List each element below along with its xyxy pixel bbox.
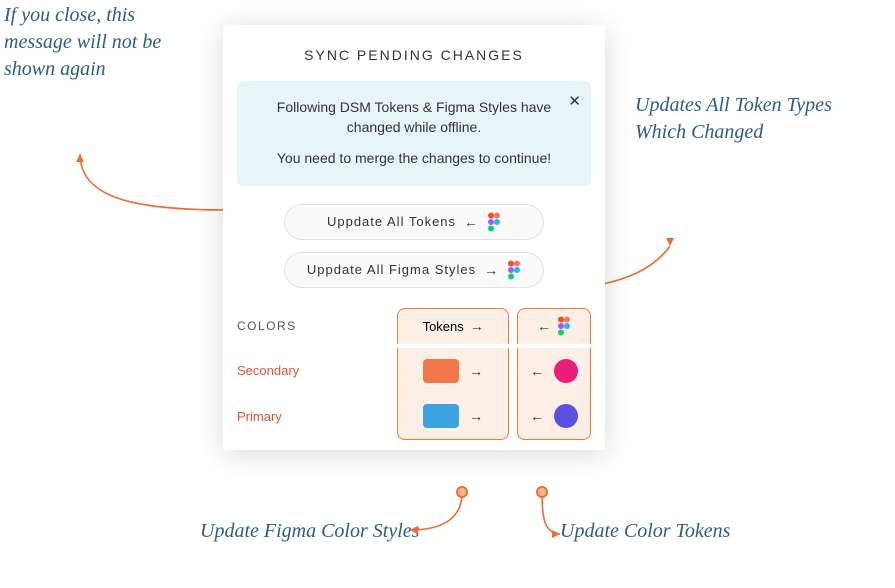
connector-dot	[456, 486, 468, 498]
color-row-label: Secondary	[237, 351, 397, 390]
annotation-update-all: Updates All Token Types Which Changed	[635, 92, 885, 146]
color-row: Primary → ←	[223, 394, 605, 440]
push-to-figma-button[interactable]: →	[397, 394, 509, 440]
color-row-label: Primary	[237, 397, 397, 436]
notice-line1: Following DSM Tokens & Figma Styles have…	[267, 97, 561, 138]
color-swatch	[423, 359, 459, 383]
tokens-column-header[interactable]: Tokens →	[397, 308, 509, 344]
arrow-right-icon: →	[469, 363, 483, 379]
connector-dot	[536, 486, 548, 498]
arrow-left-icon: ←	[530, 363, 544, 379]
update-all-figma-styles-button[interactable]: Uppdate All Figma Styles →	[284, 252, 544, 288]
notice-box: ✕ Following DSM Tokens & Figma Styles ha…	[237, 81, 591, 186]
button-label: Uppdate All Figma Styles	[307, 262, 476, 277]
arrow-left-icon: ←	[537, 318, 551, 334]
pull-from-figma-button[interactable]: ←	[517, 394, 591, 440]
notice-line2: You need to merge the changes to continu…	[267, 148, 561, 168]
figma-icon	[557, 316, 571, 336]
arrow-right-icon: →	[469, 408, 483, 424]
figma-icon	[487, 212, 501, 232]
tokens-header-label: Tokens	[423, 319, 464, 334]
color-row: Secondary → ←	[223, 348, 605, 394]
panel-title: SYNC PENDING CHANGES	[223, 25, 605, 81]
color-swatch	[423, 404, 459, 428]
figma-icon	[507, 260, 521, 280]
annotation-figma-styles: Update Figma Color Styles	[200, 518, 430, 545]
arrow-right-icon: →	[470, 318, 484, 334]
section-header: COLORS Tokens → ←	[223, 300, 605, 348]
button-label: Uppdate All Tokens	[327, 214, 456, 229]
figma-column-header[interactable]: ←	[517, 308, 591, 344]
arrow-left-icon: ←	[464, 214, 479, 230]
close-icon[interactable]: ✕	[568, 91, 581, 113]
figma-color-circle	[554, 404, 578, 428]
annotation-close-note: If you close, this message will not be s…	[4, 2, 199, 83]
arrow-right-icon: →	[484, 262, 499, 278]
section-label: COLORS	[237, 319, 397, 333]
push-to-figma-button[interactable]: →	[397, 348, 509, 394]
sync-panel: SYNC PENDING CHANGES ✕ Following DSM Tok…	[223, 25, 605, 450]
pull-from-figma-button[interactable]: ←	[517, 348, 591, 394]
figma-color-circle	[554, 359, 578, 383]
annotation-color-tokens: Update Color Tokens	[560, 518, 790, 545]
update-all-tokens-button[interactable]: Uppdate All Tokens ←	[284, 204, 544, 240]
arrow-left-icon: ←	[530, 408, 544, 424]
